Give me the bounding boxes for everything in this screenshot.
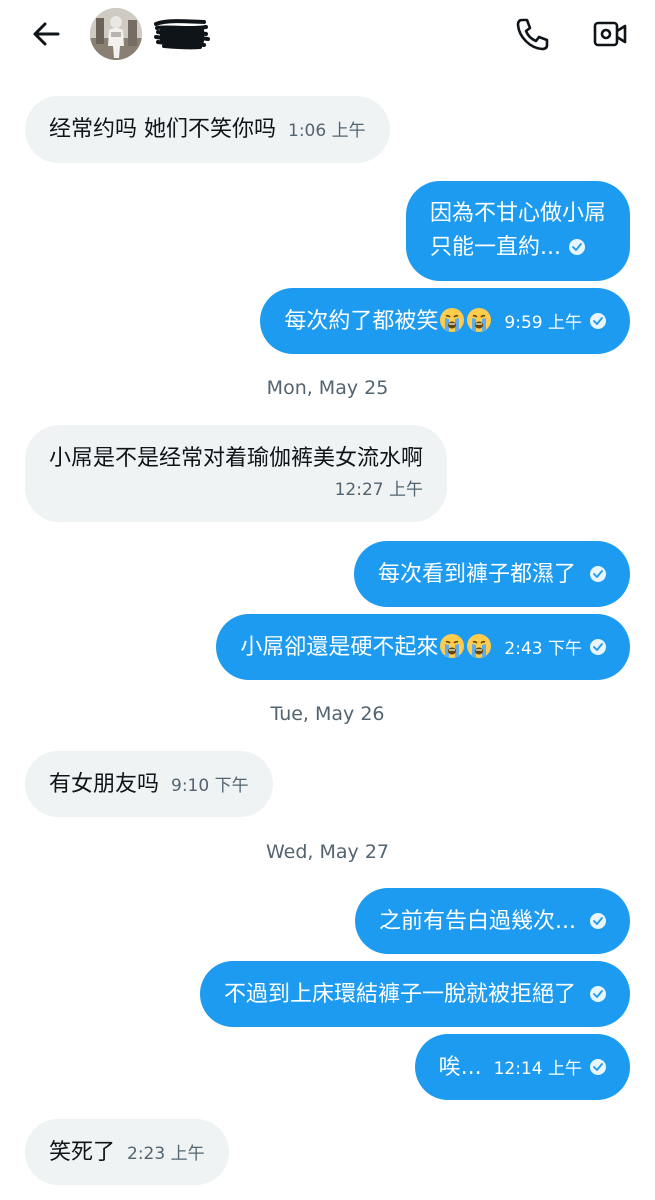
conversation-header: [0, 0, 655, 70]
message-text-line: 因為不甘心做小屌: [429, 201, 606, 226]
message-bubble-incoming[interactable]: 小屌是不是经常对着瑜伽裤美女流水啊 12:27 上午: [25, 425, 448, 522]
seen-check-icon: [590, 1059, 606, 1075]
seen-check-icon: [590, 566, 606, 582]
message-timestamp: 9:10 下午: [171, 776, 249, 796]
video-call-icon[interactable]: [590, 14, 630, 54]
message-text: 唉...: [438, 1055, 482, 1080]
message-text-line: 只能一直約...: [430, 231, 606, 265]
message-bubble-incoming[interactable]: 经常约吗 她们不笑你吗 1:06 上午: [25, 96, 390, 163]
loudly-crying-face-icon: [466, 307, 492, 333]
message-bubble-outgoing[interactable]: 每次看到褲子都濕了: [353, 541, 630, 607]
message-text: 有女朋友吗: [49, 772, 160, 797]
loudly-crying-face-icon: [439, 307, 465, 333]
message-text: 之前有告白過幾次...: [379, 909, 576, 934]
phone-icon[interactable]: [512, 14, 552, 54]
date-separator: Mon, May 25: [266, 377, 389, 399]
message-text: 小屌是不是经常对着瑜伽裤美女流水啊: [49, 446, 424, 471]
message-bubble-outgoing[interactable]: 因為不甘心做小屌 只能一直約...: [405, 181, 630, 281]
message-text: 经常约吗 她们不笑你吗: [49, 117, 276, 142]
avatar[interactable]: [90, 8, 142, 60]
message-timestamp: 12:27 上午: [334, 480, 424, 500]
seen-check-icon: [590, 313, 606, 329]
message-bubble-incoming[interactable]: 有女朋友吗 9:10 下午: [25, 751, 273, 817]
date-separator: Tue, May 26: [270, 703, 385, 725]
message-text: 每次約了都被笑: [284, 309, 439, 334]
message-timestamp: 2:23 上午: [127, 1144, 205, 1164]
message-text: 不過到上床環結褲子一脫就被拒絕了: [223, 982, 576, 1007]
message-timestamp: 2:43 下午: [504, 639, 582, 659]
message-text: 笑死了: [49, 1140, 116, 1165]
seen-check-icon: [590, 986, 606, 1002]
message-bubble-outgoing[interactable]: 唉... 12:14 上午: [414, 1034, 630, 1100]
message-bubble-incoming[interactable]: 笑死了 2:23 上午: [25, 1119, 229, 1185]
message-bubble-outgoing[interactable]: 之前有告白過幾次...: [355, 888, 630, 954]
message-timestamp: 12:14 上午: [493, 1059, 582, 1079]
message-text: 小屌卻還是硬不起來: [240, 635, 439, 660]
arrow-left-icon[interactable]: [28, 16, 64, 52]
seen-check-icon: [590, 913, 606, 929]
redacted-username: [154, 18, 210, 50]
seen-check-icon: [590, 639, 606, 655]
loudly-crying-face-icon: [439, 633, 465, 659]
message-bubble-outgoing[interactable]: 小屌卻還是硬不起來 2:43 下午: [216, 614, 630, 680]
message-timestamp: 9:59 上午: [504, 313, 582, 333]
message-timestamp: 1:06 上午: [288, 121, 366, 141]
message-text: 每次看到褲子都濕了: [377, 562, 576, 587]
date-separator: Wed, May 27: [266, 841, 389, 863]
loudly-crying-face-icon: [466, 633, 492, 659]
message-bubble-outgoing[interactable]: 每次約了都被笑 9:59 上午: [260, 288, 630, 354]
seen-check-icon: [568, 239, 585, 255]
message-bubble-outgoing[interactable]: 不過到上床環結褲子一脫就被拒絕了: [199, 961, 630, 1027]
